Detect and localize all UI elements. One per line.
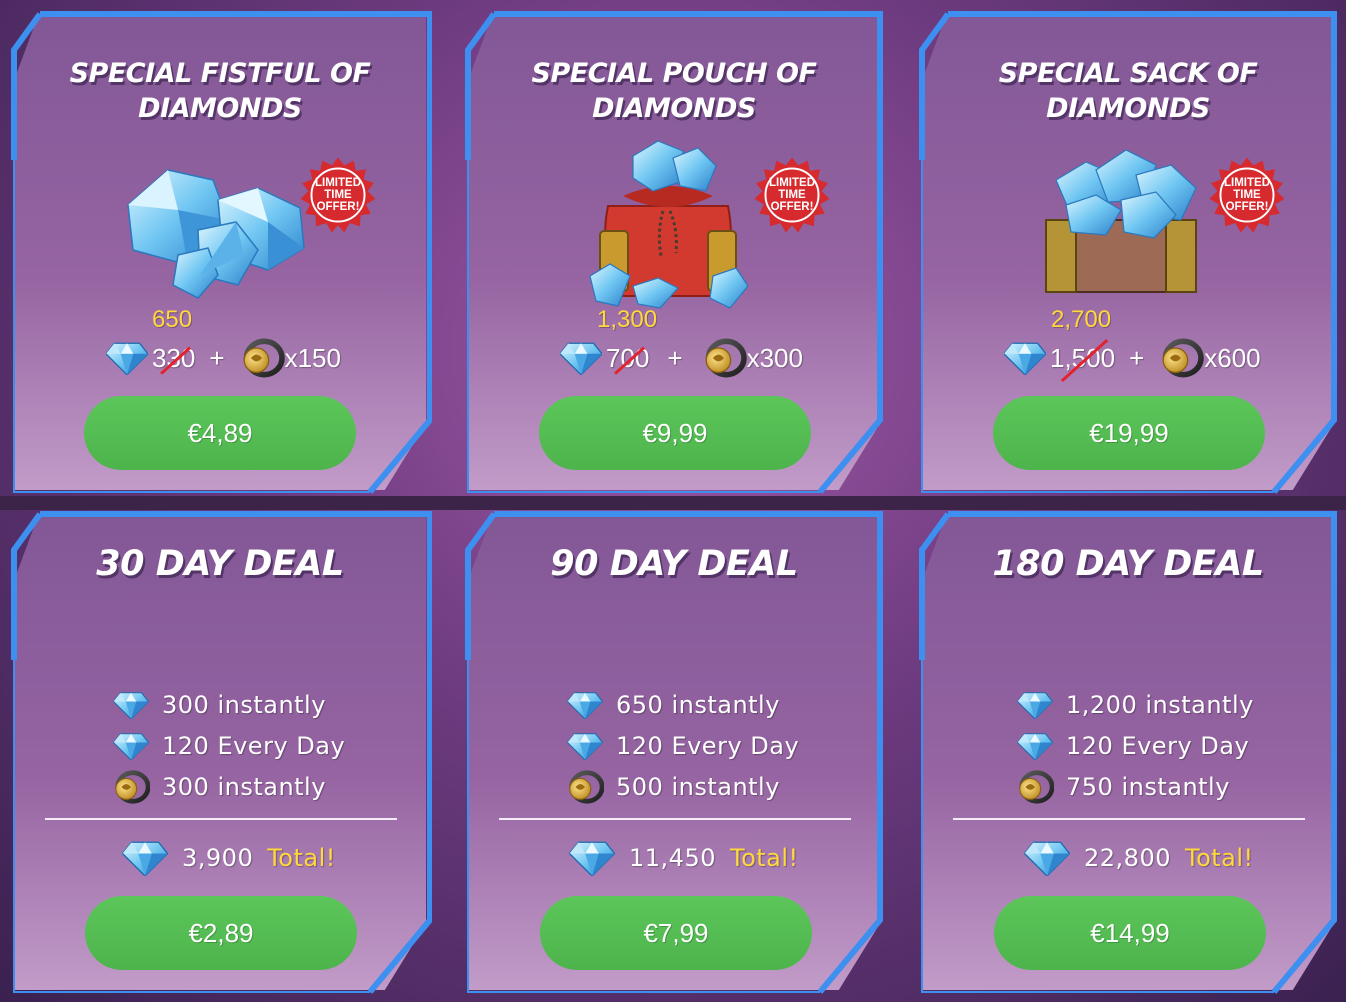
total-label: Total! — [1184, 844, 1254, 872]
offer-title-line1: SPECIAL SACK OF — [998, 58, 1258, 89]
deal-row-instant-diamonds: 300 instantly — [112, 690, 326, 720]
deal-total: 11,450 Total! — [569, 840, 799, 876]
deal-row-daily-diamonds: 120 Every Day — [112, 731, 345, 761]
offer-title-line1: SPECIAL FISTFUL OF — [69, 58, 371, 89]
old-diamond-amount: 330 — [152, 342, 196, 373]
deal-row-text: 500 instantly — [616, 773, 780, 801]
diamond-icon — [560, 341, 602, 375]
deal-row-instant-rings: 300 instantly — [112, 772, 326, 802]
diamond-icon — [113, 691, 149, 719]
buy-button[interactable]: €14,99 — [994, 896, 1266, 970]
diamond-icon — [106, 341, 148, 375]
gold-ring-icon — [1016, 769, 1054, 805]
diamond-icon — [567, 732, 603, 760]
total-value: 3,900 — [182, 844, 254, 872]
deal-row-instant-diamonds: 650 instantly — [566, 690, 780, 720]
diamond-icon — [1017, 691, 1053, 719]
buy-button[interactable]: €2,89 — [85, 896, 357, 970]
badge-line1: LIMITED — [1224, 177, 1270, 189]
total-label: Total! — [729, 844, 799, 872]
diamond-icon — [1024, 840, 1070, 876]
plus-sign: + — [209, 342, 225, 373]
offer-title: SPECIAL SACK OF DIAMONDS — [922, 56, 1334, 126]
bonus-amount: x600 — [1204, 342, 1261, 373]
diamond-icon — [569, 840, 615, 876]
gold-ring-icon — [1158, 338, 1204, 378]
plus-sign: + — [667, 342, 683, 373]
deal-row-instant-diamonds: 1,200 instantly — [1016, 690, 1254, 720]
gold-ring-icon — [701, 338, 747, 378]
badge-line1: LIMITED — [769, 177, 815, 189]
deal-title: 180 DAY DEAL — [992, 544, 1264, 584]
reward-line: 700 + x300 — [560, 338, 803, 378]
deal-row-instant-rings: 750 instantly — [1016, 772, 1230, 802]
deal-row-daily-diamonds: 120 Every Day — [566, 731, 799, 761]
deal-row-text: 300 instantly — [162, 691, 326, 719]
deal-row-daily-diamonds: 120 Every Day — [1016, 731, 1249, 761]
gold-ring-icon — [112, 769, 150, 805]
diamond-pouch-image — [589, 140, 748, 309]
limited-time-offer-badge: LIMITED TIME OFFER! — [753, 156, 831, 234]
deal-title: 90 DAY DEAL — [550, 544, 798, 584]
buy-button[interactable]: €7,99 — [540, 896, 812, 970]
reward-line: 330 + x150 — [106, 338, 341, 378]
gold-ring-icon — [239, 338, 285, 378]
offer-title: SPECIAL POUCH OF DIAMONDS — [468, 56, 880, 126]
badge-line3: OFFER! — [770, 201, 814, 213]
deal-total: 22,800 Total! — [1024, 840, 1254, 876]
diamond-icon — [1017, 732, 1053, 760]
badge-line2: TIME — [1233, 189, 1261, 201]
divider-line — [499, 818, 851, 820]
plus-sign: + — [1129, 342, 1145, 373]
new-diamond-amount: 2,700 — [1051, 306, 1112, 333]
deal-row-text: 300 instantly — [162, 773, 326, 801]
badge-line3: OFFER! — [316, 201, 360, 213]
total-value: 22,800 — [1084, 844, 1171, 872]
diamond-crate-image — [1045, 149, 1197, 293]
reward-line: 1,500 + x600 — [1004, 338, 1261, 378]
buy-button[interactable]: €19,99 — [993, 396, 1265, 470]
diamond-icon — [113, 732, 149, 760]
deal-title: 30 DAY DEAL — [96, 544, 344, 584]
deal-total: 3,900 Total! — [122, 840, 336, 876]
badge-line2: TIME — [778, 189, 806, 201]
new-diamond-amount: 650 — [152, 306, 193, 333]
offer-title-line2: DIAMONDS — [1046, 93, 1210, 124]
badge-line3: OFFER! — [1225, 201, 1269, 213]
total-value: 11,450 — [629, 844, 716, 872]
new-diamond-amount: 1,300 — [597, 306, 658, 333]
offer-title-line1: SPECIAL POUCH OF — [531, 58, 817, 89]
old-diamond-amount: 700 — [606, 342, 650, 373]
deal-row-text: 650 instantly — [616, 691, 780, 719]
bonus-amount: x300 — [746, 342, 803, 373]
old-diamond-amount: 1,500 — [1050, 342, 1116, 373]
gold-ring-icon — [566, 769, 604, 805]
offer-title-line2: DIAMONDS — [138, 93, 302, 124]
deal-row-text: 1,200 instantly — [1066, 691, 1254, 719]
divider-line — [45, 818, 397, 820]
row-divider — [0, 496, 1346, 510]
buy-button[interactable]: €4,89 — [84, 396, 356, 470]
total-label: Total! — [267, 844, 336, 872]
deal-row-text: 750 instantly — [1066, 773, 1230, 801]
diamond-pile-image — [127, 169, 305, 299]
offer-title: SPECIAL FISTFUL OF DIAMONDS — [14, 56, 426, 126]
buy-button[interactable]: €9,99 — [539, 396, 811, 470]
limited-time-offer-badge: LIMITED TIME OFFER! — [299, 156, 377, 234]
bonus-amount: x150 — [284, 342, 341, 373]
badge-line2: TIME — [324, 189, 352, 201]
deal-row-instant-rings: 500 instantly — [566, 772, 780, 802]
divider-line — [953, 818, 1305, 820]
diamond-icon — [122, 840, 168, 876]
deal-row-text: 120 Every Day — [1066, 732, 1250, 760]
diamond-icon — [1004, 341, 1046, 375]
deal-row-text: 120 Every Day — [616, 732, 800, 760]
limited-time-offer-badge: LIMITED TIME OFFER! — [1208, 156, 1286, 234]
offer-title-line2: DIAMONDS — [592, 93, 756, 124]
deal-row-text: 120 Every Day — [162, 732, 346, 760]
badge-line1: LIMITED — [315, 177, 361, 189]
diamond-icon — [567, 691, 603, 719]
